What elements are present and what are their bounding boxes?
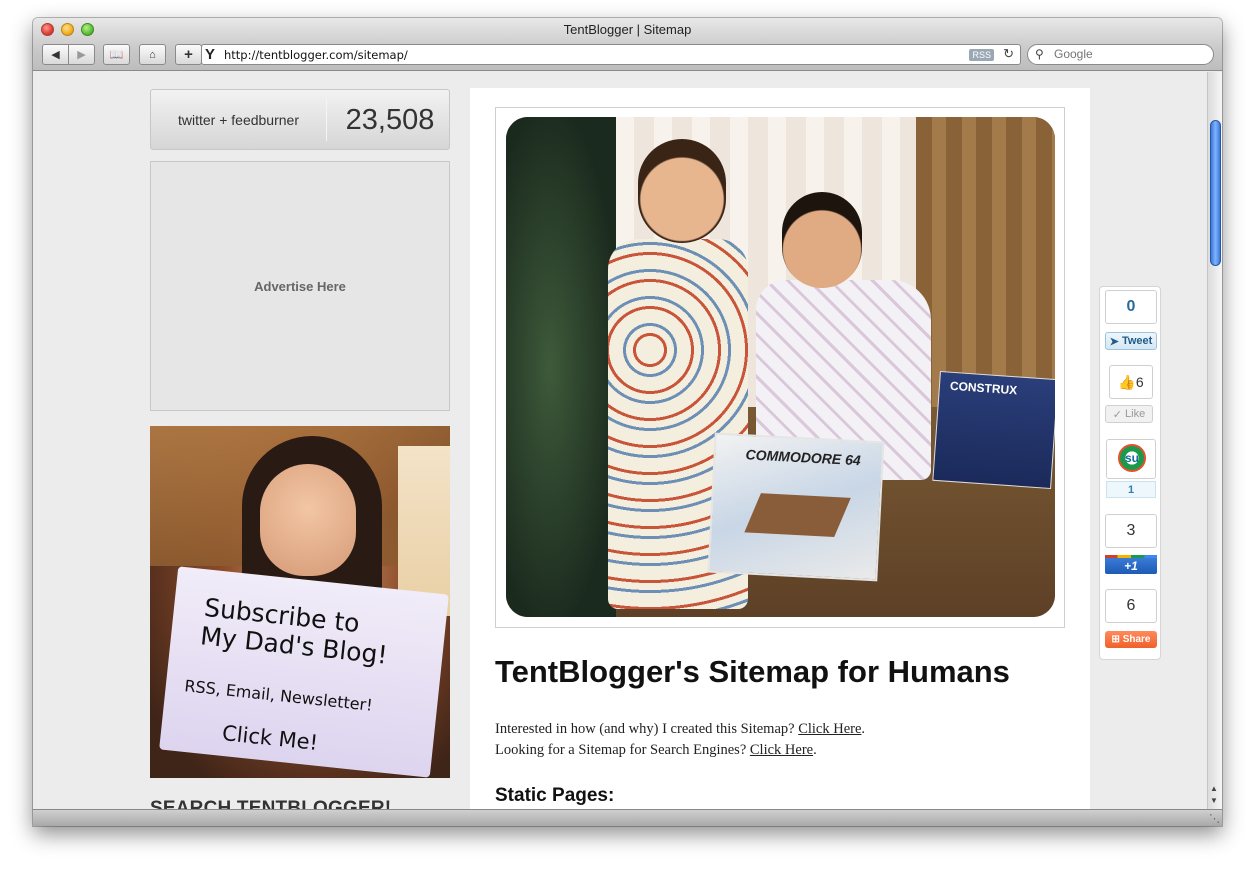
computer-illustration	[744, 493, 851, 538]
counter-label: twitter + feedburner	[177, 112, 299, 128]
forward-icon: ▶	[77, 49, 86, 61]
back-button[interactable]: ◀	[42, 44, 69, 65]
like-button[interactable]: ✓ Like	[1105, 405, 1153, 423]
main-content: CONSTRUX COMMODORE 64 TentBlogger's Site…	[470, 88, 1090, 809]
add-bookmark-button[interactable]: +	[175, 44, 202, 65]
how-sitemap-link[interactable]: Click Here	[798, 721, 861, 737]
rss-button[interactable]: RSS	[969, 49, 994, 61]
bookmarks-button[interactable]: 📖	[103, 44, 130, 65]
construx-box: CONSTRUX	[932, 370, 1055, 490]
home-icon: ⌂	[149, 48, 156, 61]
subscriber-counter[interactable]: twitter + feedburner 23,508	[150, 89, 450, 150]
title-bar: TentBlogger | Sitemap ◀ ▶ 📖 ⌂ + Y http:/…	[33, 18, 1222, 71]
share-button[interactable]: ⊞ Share	[1105, 631, 1157, 648]
subscribe-banner-image[interactable]: Subscribe to My Dad's Blog! RSS, Email, …	[150, 426, 450, 778]
thumbs-up-icon: 👍	[1118, 373, 1136, 390]
static-pages-heading: Static Pages:	[495, 785, 615, 806]
window-title: TentBlogger | Sitemap	[563, 22, 692, 37]
plus-icon: +	[184, 46, 193, 63]
girl-face	[260, 464, 356, 576]
search-field[interactable]: ⚲	[1027, 44, 1214, 65]
back-icon: ◀	[51, 49, 60, 61]
intro-line-2: Looking for a Sitemap for Search Engines…	[495, 742, 817, 758]
stumbleupon-count: 1	[1106, 481, 1156, 498]
plusone-button[interactable]: +1	[1105, 555, 1157, 574]
check-icon: ✓	[1112, 408, 1126, 421]
reload-icon[interactable]: ↻	[1003, 46, 1014, 62]
address-bar[interactable]: Y http://tentblogger.com/sitemap/ RSS ↻	[201, 44, 1021, 65]
share-bar: 0 ➤ Tweet 👍 6 ✓ Like su 1 3 +1 6 ⊞ Share	[1099, 286, 1161, 660]
page-viewport: twitter + feedburner 23,508 Advertise He…	[33, 72, 1207, 809]
url-text[interactable]: http://tentblogger.com/sitemap/	[224, 48, 408, 62]
search-input[interactable]	[1054, 47, 1204, 61]
twitter-bird-icon: ➤	[1109, 335, 1122, 348]
vertical-scrollbar[interactable]: ▲ ▼	[1207, 72, 1222, 809]
resize-grip-icon[interactable]: ⋱	[1209, 812, 1220, 825]
scroll-thumb[interactable]	[1210, 120, 1221, 266]
site-favicon-icon: Y	[205, 46, 216, 63]
share-plus-icon: ⊞	[1111, 634, 1123, 645]
tweet-count: 0	[1105, 290, 1157, 324]
status-bar: ⋱	[33, 809, 1222, 826]
scroll-down-arrow-icon[interactable]: ▼	[1210, 796, 1218, 805]
counter-value: 23,508	[345, 104, 435, 136]
counter-divider	[326, 99, 327, 141]
search-icon: ⚲	[1035, 47, 1044, 61]
stumbleupon-icon: su	[1118, 444, 1146, 472]
browser-window: TentBlogger | Sitemap ◀ ▶ 📖 ⌂ + Y http:/…	[33, 18, 1222, 826]
scroll-up-arrow-icon[interactable]: ▲	[1210, 784, 1218, 793]
page-title: TentBlogger's Sitemap for Humans	[495, 654, 1010, 689]
bookmarks-icon: 📖	[109, 49, 124, 61]
tweet-button[interactable]: ➤ Tweet	[1105, 332, 1157, 350]
search-heading: SEARCH TENTBLOGGER!	[150, 798, 392, 809]
advertise-label: Advertise Here	[254, 278, 346, 294]
kid-left-head	[638, 139, 726, 243]
construx-box-label: CONSTRUX	[949, 378, 1018, 398]
intro-line-1: Interested in how (and why) I created th…	[495, 721, 866, 737]
hero-image-frame: CONSTRUX COMMODORE 64	[495, 107, 1065, 628]
hero-photo: CONSTRUX COMMODORE 64	[506, 117, 1055, 617]
share-count: 6	[1105, 589, 1157, 623]
advertise-box[interactable]: Advertise Here	[150, 161, 450, 411]
forward-button[interactable]: ▶	[68, 44, 95, 65]
commodore-box: COMMODORE 64	[707, 432, 885, 582]
home-button[interactable]: ⌂	[139, 44, 166, 65]
commodore-box-label: COMMODORE 64	[745, 446, 862, 469]
intro-text: Interested in how (and why) I created th…	[495, 719, 865, 761]
like-count: 👍 6	[1109, 365, 1153, 399]
stumbleupon-button[interactable]: su	[1106, 439, 1156, 479]
search-engine-sitemap-link[interactable]: Click Here	[750, 742, 813, 758]
plusone-count: 3	[1105, 514, 1157, 548]
kid-right-head	[782, 192, 862, 288]
